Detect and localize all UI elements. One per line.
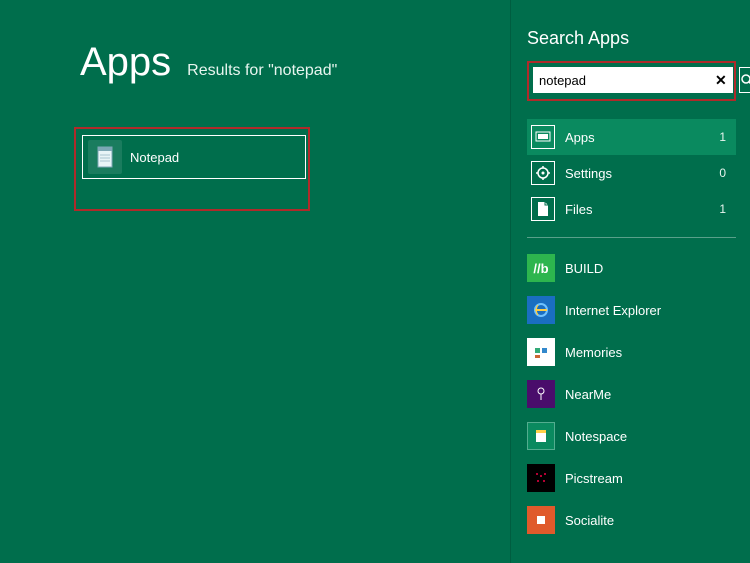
scope-list: Apps 1 Settings 0 Files 1 <box>527 119 736 227</box>
scope-count: 1 <box>719 202 726 216</box>
scope-label: Files <box>565 202 719 217</box>
app-label: Notespace <box>565 429 627 444</box>
result-label: Notepad <box>130 150 179 165</box>
result-notepad[interactable]: Notepad <box>82 135 306 179</box>
search-box[interactable]: ✕ <box>533 67 733 93</box>
app-label: NearMe <box>565 387 611 402</box>
clear-icon[interactable]: ✕ <box>715 73 727 87</box>
app-nearme[interactable]: NearMe <box>527 378 736 410</box>
socialite-icon <box>527 506 555 534</box>
results-subtitle: Results for "notepad" <box>187 62 337 80</box>
title-row: Apps Results for "notepad" <box>80 40 510 85</box>
results-area: Apps Results for "notepad" Notepad <box>0 0 510 563</box>
notespace-icon <box>527 422 555 450</box>
scope-files[interactable]: Files 1 <box>527 191 736 227</box>
app-build[interactable]: //b BUILD <box>527 252 736 284</box>
scope-settings[interactable]: Settings 0 <box>527 155 736 191</box>
app-targets-list: //b BUILD Internet Explorer Memories Ne <box>527 252 736 536</box>
notepad-icon <box>88 140 122 174</box>
app-label: Memories <box>565 345 622 360</box>
page-title: Apps <box>80 40 171 85</box>
search-button[interactable] <box>739 67 750 93</box>
memories-icon <box>527 338 555 366</box>
search-panel-title: Search Apps <box>527 28 736 49</box>
scope-count: 0 <box>719 166 726 180</box>
nearme-icon <box>527 380 555 408</box>
app-memories[interactable]: Memories <box>527 336 736 368</box>
build-icon: //b <box>527 254 555 282</box>
app-label: Picstream <box>565 471 623 486</box>
scope-label: Apps <box>565 130 719 145</box>
app-internet-explorer[interactable]: Internet Explorer <box>527 294 736 326</box>
scope-apps[interactable]: Apps 1 <box>527 119 736 155</box>
settings-scope-icon <box>531 161 555 185</box>
search-icon <box>740 73 750 87</box>
files-scope-icon <box>531 197 555 221</box>
app-label: BUILD <box>565 261 603 276</box>
apps-scope-icon <box>531 125 555 149</box>
annotation-box-result: Notepad <box>74 127 310 211</box>
app-socialite[interactable]: Socialite <box>527 504 736 536</box>
app-label: Socialite <box>565 513 614 528</box>
scope-count: 1 <box>719 130 726 144</box>
search-panel: Search Apps ✕ Apps 1 <box>510 0 750 563</box>
annotation-box-search: ✕ <box>527 61 736 101</box>
ie-icon <box>527 296 555 324</box>
app-picstream[interactable]: Picstream <box>527 462 736 494</box>
app-notespace[interactable]: Notespace <box>527 420 736 452</box>
search-input[interactable] <box>539 73 715 88</box>
scope-label: Settings <box>565 166 719 181</box>
app-label: Internet Explorer <box>565 303 661 318</box>
picstream-icon <box>527 464 555 492</box>
divider <box>527 237 736 238</box>
